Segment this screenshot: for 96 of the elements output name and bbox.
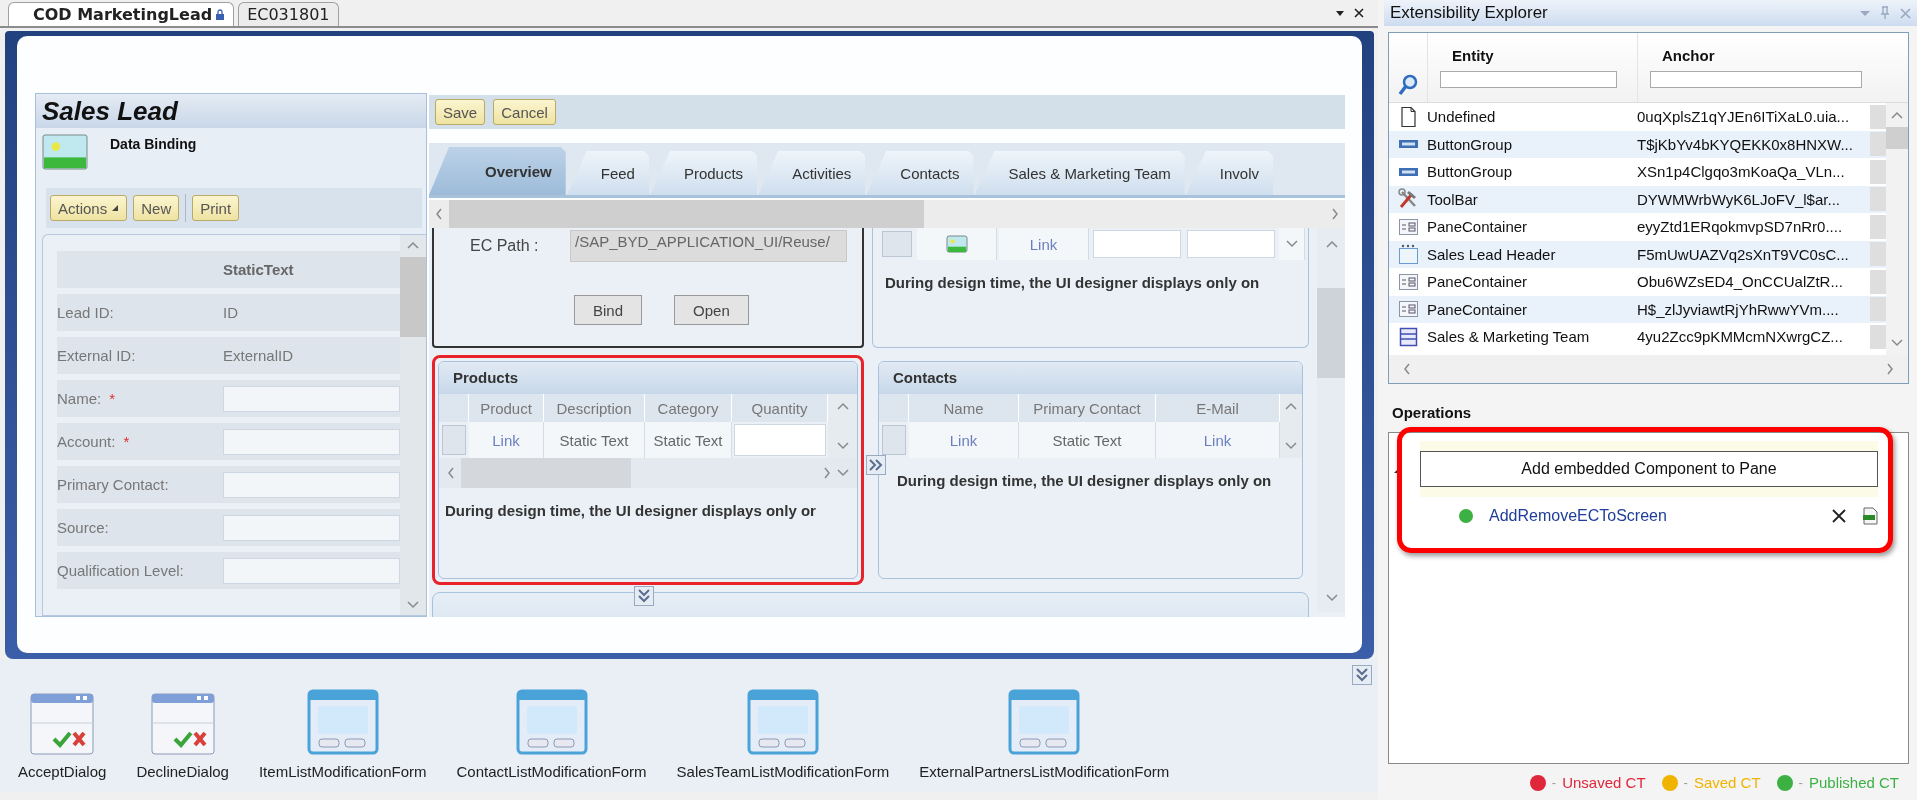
toolbar-button[interactable]: New xyxy=(133,195,180,221)
table-cell-text: Sales & Marketing Team xyxy=(1427,328,1591,346)
field-label: EC Path : xyxy=(470,237,540,255)
table-cell: F5mUwUAZVq2sXnT9VC0sC... xyxy=(1637,245,1849,263)
tab[interactable]: Feed xyxy=(566,151,649,195)
component-item[interactable]: DeclineDialog xyxy=(136,693,229,780)
pane-note: During design time, the UI designer displays only on xyxy=(896,471,1273,489)
table-cell: DYWMWrbWyK6LJoFV_l$ar... xyxy=(1637,190,1840,208)
group-button[interactable]: Add embedded Component to Pane xyxy=(1420,451,1878,487)
pane-title: Products xyxy=(439,362,857,394)
field-label: Primary Contact: xyxy=(57,476,169,493)
field-label: Lead ID: xyxy=(57,304,114,321)
page-title: Sales Lead xyxy=(36,94,426,128)
component-item[interactable]: ContactListModificationForm xyxy=(456,689,647,780)
document-tab[interactable]: EC031801 xyxy=(238,2,339,26)
field-label: Name: xyxy=(57,390,102,407)
table-cell-text: Undefined xyxy=(1427,108,1497,126)
component-item[interactable]: ExternalPartnersListModificationForm xyxy=(919,689,1170,780)
required-mark: * xyxy=(109,390,116,407)
table-row[interactable]: ButtonGroup XSn1p4Clgqo3mKoaQa_VLn... xyxy=(1389,158,1886,186)
table-cell-text: ToolBar xyxy=(1427,190,1479,208)
legend-dash: - xyxy=(1683,775,1688,790)
required-mark: * xyxy=(123,433,130,450)
table-cell-text: PaneContainer xyxy=(1427,300,1529,318)
table-cell: Static Text xyxy=(544,422,645,458)
tab[interactable]: Contacts xyxy=(866,151,974,195)
table-cell: T$jKbYv4bKYQEKK0x8HNXW... xyxy=(1637,135,1853,153)
component-item[interactable]: AcceptDialog xyxy=(18,693,107,780)
column-header[interactable]: Name xyxy=(909,394,1019,422)
field-label: Source: xyxy=(57,519,109,536)
field-label: External ID: xyxy=(57,347,136,364)
table-row[interactable]: Sales & Marketing Team 4yu2Zcc9pKMMcmNXwrgCZ... xyxy=(1389,323,1886,351)
legend-dash: - xyxy=(1798,775,1803,790)
table-cell-text: ButtonGroup xyxy=(1427,135,1514,153)
table-cell: H$_zlJyviawtRjYhRwwYVm.... xyxy=(1637,300,1839,318)
link[interactable]: Link xyxy=(1156,422,1280,458)
column-header[interactable]: E-Mail xyxy=(1156,394,1280,422)
component-item[interactable]: ItemListModificationForm xyxy=(258,689,427,780)
column-header[interactable]: Product xyxy=(469,394,544,422)
table-cell: 0uqXplsZ1qYJEn6ITiXaL0.uia... xyxy=(1637,108,1850,126)
table-row[interactable]: Undefined 0uqXplsZ1qYJEn6ITiXaL0.uia... xyxy=(1389,103,1886,131)
toolbar-button[interactable]: Cancel xyxy=(493,99,556,125)
operation-link[interactable]: AddRemoveECToScreen xyxy=(1489,507,1667,525)
field-label: Account: xyxy=(57,433,116,450)
legend-dash: - xyxy=(1551,775,1557,790)
table-row[interactable]: ButtonGroup T$jKbYv4bKYQEKK0x8HNXW... xyxy=(1389,130,1886,158)
table-cell: Static Text xyxy=(1019,422,1156,458)
tab[interactable]: Involv xyxy=(1185,151,1273,195)
tab[interactable]: Activities xyxy=(758,151,866,195)
table-cell-text: Sales Lead Header xyxy=(1427,245,1557,263)
toolbar-button[interactable]: Save xyxy=(435,99,486,125)
table-row[interactable]: PaneContainer H$_zlJyviawtRjYhRwwYVm.... xyxy=(1389,295,1886,323)
table-row[interactable]: Sales Lead Header F5mUwUAZVq2sXnT9VC0sC... xyxy=(1389,240,1886,268)
input-field[interactable]: /SAP_BYD_APPLICATION_UI/Reuse/ xyxy=(570,230,847,262)
column-heading: StaticText xyxy=(223,261,294,278)
column-header[interactable]: Category xyxy=(645,394,732,422)
table-cell: Obu6WZsED4_OnCCUalZtR... xyxy=(1637,273,1843,291)
pane-note: During design time, the UI designer displays only on xyxy=(884,273,1261,291)
legend-label: Saved CT xyxy=(1693,774,1761,791)
column-header[interactable]: Entity xyxy=(1440,47,1637,64)
field-value: ID xyxy=(223,304,238,321)
field-label: Qualification Level: xyxy=(57,562,184,579)
table-cell: XSn1p4Clgqo3mKoaQa_VLn... xyxy=(1637,163,1845,181)
table-row[interactable]: PaneContainer eyyZtd1ERqokmvpSD7nRr0.... xyxy=(1389,213,1886,241)
table-row[interactable]: PaneContainer Obu6WZsED4_OnCCUalZtR... xyxy=(1389,268,1886,296)
legend-label: Unsaved CT xyxy=(1562,774,1646,791)
toolbar-button[interactable]: Actions xyxy=(50,195,128,221)
toolbar-button[interactable]: Print xyxy=(192,195,240,221)
panel-title: Extensibility Explorer xyxy=(1390,3,1548,23)
pane-note: During design time, the UI designer displays only or xyxy=(444,501,817,519)
button[interactable]: Open xyxy=(674,295,749,325)
table-cell-text: ButtonGroup xyxy=(1427,163,1514,181)
table-cell: eyyZtd1ERqokmvpSD7nRr0.... xyxy=(1637,218,1843,236)
column-header[interactable]: Primary Contact xyxy=(1019,394,1156,422)
table-cell: Static Text xyxy=(645,422,732,458)
column-header[interactable]: Description xyxy=(544,394,645,422)
table-row[interactable]: ToolBar DYWMWrbWyK6LJoFV_l$ar... xyxy=(1389,185,1886,213)
component-item[interactable]: SalesTeamListModificationForm xyxy=(676,689,890,780)
table-cell-text: PaneContainer xyxy=(1427,273,1529,291)
section-title: Operations xyxy=(1392,404,1473,422)
tab[interactable]: Sales & Marketing Team xyxy=(974,151,1185,195)
table-cell-text: PaneContainer xyxy=(1427,218,1529,236)
document-tab[interactable]: COD MarketingLead xyxy=(8,2,235,26)
table-cell: 4yu2Zcc9pKMMcmNXwrgCZ... xyxy=(1637,328,1843,346)
column-header[interactable]: Anchor xyxy=(1650,47,1886,64)
tab[interactable]: Products xyxy=(649,151,758,195)
field-value: ExternalID xyxy=(223,347,294,364)
tab[interactable]: Overview xyxy=(429,147,566,195)
column-header[interactable]: Quantity xyxy=(732,394,828,422)
link[interactable]: Link xyxy=(909,422,1019,458)
legend-label: Published CT xyxy=(1808,774,1899,791)
button[interactable]: Bind xyxy=(574,295,643,325)
link[interactable]: Link xyxy=(469,422,544,458)
subtitle: Data Binding xyxy=(110,136,197,152)
link[interactable]: Link xyxy=(999,228,1089,260)
pane-title: Contacts xyxy=(879,362,1302,394)
